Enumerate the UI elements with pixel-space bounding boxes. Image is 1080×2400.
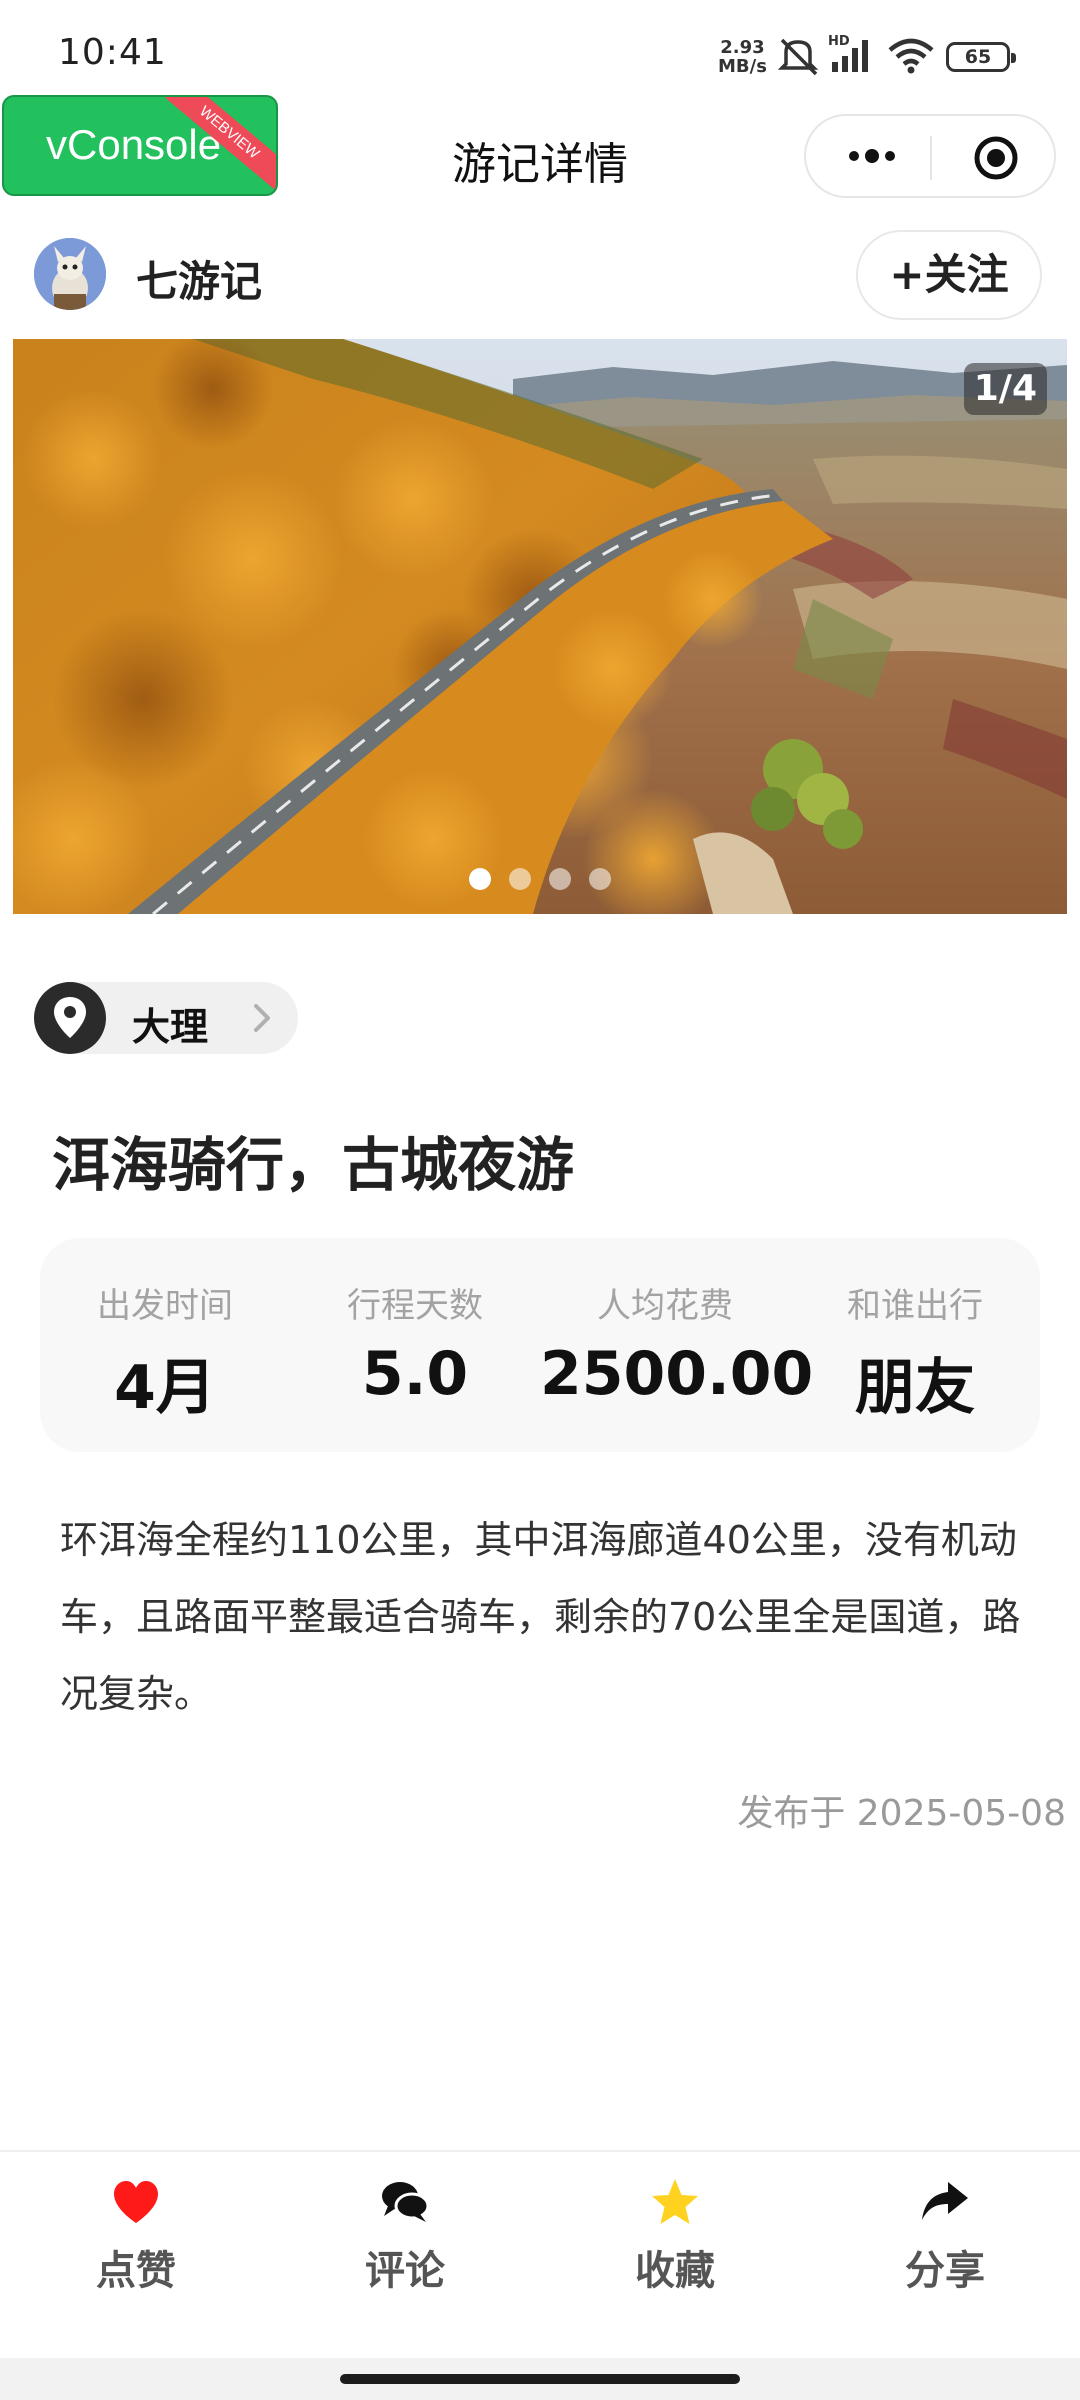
- star-icon: [652, 2179, 698, 2224]
- comment-button[interactable]: 评论: [305, 2176, 505, 2296]
- stat-value: 朋友: [855, 1353, 975, 1423]
- more-icon[interactable]: [842, 132, 902, 180]
- miniprogram-capsule: [804, 114, 1056, 198]
- carousel-dots: [13, 868, 1067, 890]
- carousel-dot[interactable]: [589, 868, 611, 890]
- author-avatar[interactable]: [34, 238, 106, 310]
- photo-counter: 1/4: [963, 363, 1047, 415]
- share-button[interactable]: 分享: [845, 2176, 1045, 2296]
- post-body: 环洱海全程约110公里，其中洱海廊道40公里，没有机动车，且路面平整最适合骑车，…: [60, 1518, 1021, 1716]
- carousel-dot[interactable]: [509, 868, 531, 890]
- trip-stats-card: 出发时间 4月 行程天数 5.0 人均花费 2500.00 和谁出行 朋友: [40, 1238, 1040, 1452]
- close-miniprogram-icon[interactable]: [972, 134, 1020, 182]
- stat-value: 4月: [114, 1353, 216, 1423]
- location-pin-icon: [54, 997, 86, 1038]
- comment-label: 评论: [365, 2248, 445, 2294]
- autumn-forest-road-photo: [13, 339, 1067, 914]
- stat-value: 5.0: [361, 1339, 469, 1409]
- carousel-dot[interactable]: [469, 868, 491, 890]
- favorite-label: 收藏: [635, 2248, 715, 2294]
- carousel-dot[interactable]: [549, 868, 571, 890]
- heart-icon: [114, 2181, 158, 2223]
- comment-icon: [382, 2182, 430, 2222]
- avatar-image: [34, 238, 106, 310]
- like-label: 点赞: [96, 2248, 176, 2294]
- photo-carousel[interactable]: 1/4: [13, 339, 1067, 914]
- signal-icon: [832, 40, 868, 72]
- stat-label: 人均花费: [597, 1286, 733, 1326]
- share-icon: [922, 2182, 968, 2220]
- status-bar: 10:41 2.93 MB/s HD 65: [0, 0, 1080, 110]
- wifi-icon: [888, 38, 934, 74]
- stat-trip-days: 行程天数 5.0: [290, 1278, 540, 1409]
- network-speed-value: 2.93: [720, 37, 765, 58]
- stat-label: 和谁出行: [847, 1286, 983, 1326]
- network-speed: 2.93 MB/s: [718, 38, 767, 76]
- follow-button[interactable]: +关注: [856, 230, 1042, 320]
- capsule-divider: [930, 136, 932, 180]
- stat-companions: 和谁出行 朋友: [790, 1278, 1040, 1426]
- stat-cost-per-person: 人均花费 2500.00: [540, 1278, 814, 1409]
- author-name[interactable]: 七游记: [136, 248, 262, 309]
- chevron-right-icon: [254, 1004, 270, 1032]
- network-speed-unit: MB/s: [718, 56, 767, 77]
- location-pin-badge: [34, 982, 106, 1054]
- location-tag[interactable]: 大理: [34, 982, 298, 1054]
- publish-date: 发布于 2025-05-08: [737, 1793, 1066, 1834]
- bottom-bar-divider: [0, 2150, 1080, 2152]
- battery-indicator: 65: [946, 42, 1016, 72]
- favorite-button[interactable]: 收藏: [575, 2176, 775, 2296]
- location-name: 大理: [132, 1005, 209, 1049]
- status-time: 10:41: [58, 32, 167, 73]
- stat-label: 出发时间: [97, 1286, 233, 1326]
- stat-departure-time: 出发时间 4月: [40, 1278, 290, 1426]
- stat-label: 行程天数: [347, 1286, 483, 1326]
- stat-value: 2500.00: [540, 1339, 814, 1409]
- mute-icon: [777, 38, 819, 76]
- like-button[interactable]: 点赞: [36, 2176, 236, 2296]
- post-title: 洱海骑行，古城夜游: [52, 1131, 575, 1199]
- home-indicator[interactable]: [340, 2374, 740, 2384]
- share-label: 分享: [905, 2248, 985, 2294]
